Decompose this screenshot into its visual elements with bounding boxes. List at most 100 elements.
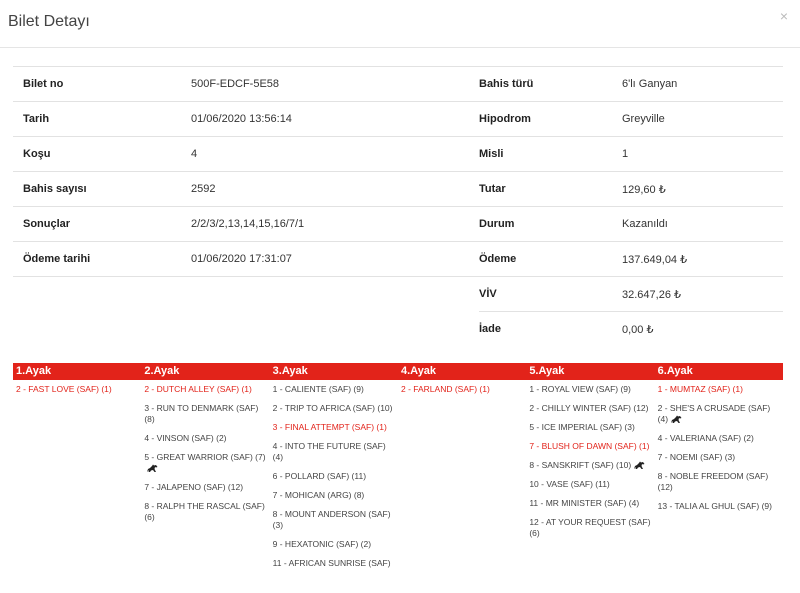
- horse-entry: 11 - MR MINISTER (SAF) (4): [529, 498, 650, 509]
- close-icon[interactable]: ×: [780, 8, 788, 24]
- ticket-info-table: Bilet no 500F-EDCF-5E58 Bahis türü 6'lı Gan…: [13, 66, 783, 347]
- horse-label: 8 - NOBLE FREEDOM (SAF) (12): [657, 471, 769, 492]
- horse-entry: 3 - RUN TO DENMARK (SAF) (8): [144, 403, 265, 425]
- horse-entry: 7 - MOHICAN (ARG) (8): [273, 490, 394, 501]
- info-label: Tutar: [479, 171, 622, 207]
- horse-label: 2 - FAST LOVE (SAF) (1): [16, 384, 112, 394]
- info-row: İade 0,00 ₺: [13, 311, 783, 347]
- info-label: [13, 312, 191, 347]
- info-value: 32.647,26 ₺: [622, 276, 783, 312]
- info-value: 6'lı Ganyan: [622, 66, 783, 102]
- horse-entry: 12 - AT YOUR REQUEST (SAF) (6): [529, 517, 650, 539]
- winning-horse: 2 - FARLAND (SAF) (1): [401, 384, 522, 395]
- info-value: 4: [191, 136, 479, 172]
- horse-entry: 6 - POLLARD (SAF) (11): [273, 471, 394, 482]
- horse-label: 2 - TRIP TO AFRICA (SAF) (10): [272, 403, 393, 413]
- info-value: 500F-EDCF-5E58: [191, 66, 479, 102]
- horse-entry: 8 - MOUNT ANDERSON (SAF) (3): [273, 509, 394, 531]
- horse-label: 1 - MUMTAZ (SAF) (1): [657, 384, 743, 394]
- horse-entry: 13 - TALIA AL GHUL (SAF) (9): [658, 501, 779, 512]
- info-label: Bahis sayısı: [13, 171, 191, 207]
- winning-horse: 2 - FAST LOVE (SAF) (1): [16, 384, 137, 395]
- leg-column: 2 - FAST LOVE (SAF) (1): [13, 380, 141, 577]
- info-label: Koşu: [13, 136, 191, 172]
- horse-label: 3 - FINAL ATTEMPT (SAF) (1): [272, 422, 387, 432]
- info-label: Bilet no: [13, 66, 191, 102]
- horse-entry: 8 - NOBLE FREEDOM (SAF) (12): [658, 471, 779, 493]
- leg-title: 5.Ayak: [529, 365, 565, 377]
- leg-title: 1.Ayak: [16, 365, 52, 377]
- leg-column: 2 - DUTCH ALLEY (SAF) (1) 3 - RUN TO DENM…: [141, 380, 269, 577]
- info-label: Tarih: [13, 101, 191, 137]
- horse-entry: 1 - ROYAL VIEW (SAF) (9): [529, 384, 650, 395]
- horse-entry: 5 - ICE IMPERIAL (SAF) (3): [529, 422, 650, 433]
- info-label: Sonuçlar: [13, 206, 191, 242]
- horse-label: 5 - ICE IMPERIAL (SAF) (3): [529, 422, 635, 432]
- horse-label: 13 - TALIA AL GHUL (SAF) (9): [657, 501, 772, 511]
- horse-entry: 4 - VALERIANA (SAF) (2): [658, 433, 779, 444]
- leg-title: 4.Ayak: [400, 365, 437, 377]
- horse-label: 11 - MR MINISTER (SAF) (4): [529, 498, 640, 508]
- info-row: Bahis sayısı 2592 Tutar 129,60 ₺: [13, 171, 783, 207]
- leg-column: 2 - FARLAND (SAF) (1): [398, 380, 526, 577]
- info-value: 0,00 ₺: [622, 311, 783, 347]
- horse-entry: 8 - SANSKRIFT (SAF) (10): [529, 460, 650, 471]
- leg-column: 1 - ROYAL VIEW (SAF) (9) 2 - CHILLY WINTE…: [526, 380, 654, 577]
- horse-label: 3 - RUN TO DENMARK (SAF) (8): [144, 403, 259, 424]
- horse-entry: 2 - TRIP TO AFRICA (SAF) (10): [273, 403, 394, 414]
- horse-icon: [146, 464, 158, 473]
- horse-label: 4 - VALERIANA (SAF) (2): [657, 433, 754, 443]
- horse-label: 7 - NOEMI (SAF) (3): [657, 452, 736, 462]
- info-value: Kazanıldı: [622, 206, 783, 242]
- leg-title: 6.Ayak: [657, 365, 693, 377]
- horse-label: 10 - VASE (SAF) (11): [529, 479, 610, 489]
- info-value: 01/06/2020 13:56:14: [191, 101, 479, 137]
- info-value: [191, 312, 479, 347]
- horse-label: 9 - HEXATONIC (SAF) (2): [272, 539, 372, 549]
- info-row: Sonuçlar 2/2/3/2,13,14,15,16/7/1 Durum Kaza…: [13, 206, 783, 242]
- info-label: Ödeme: [479, 241, 622, 277]
- horse-entry: 10 - VASE (SAF) (11): [529, 479, 650, 490]
- horse-entry: 9 - HEXATONIC (SAF) (2): [273, 539, 394, 550]
- horse-label: 8 - MOUNT ANDERSON (SAF) (3): [272, 509, 391, 530]
- info-value: 1: [622, 136, 783, 172]
- info-label: Bahis türü: [479, 66, 622, 102]
- horse-entry: 2 - SHE'S A CRUSADE (SAF) (4): [658, 403, 779, 425]
- info-value: Greyville: [622, 101, 783, 137]
- horse-entry: 7 - NOEMI (SAF) (3): [658, 452, 779, 463]
- horse-label: 4 - VINSON (SAF) (2): [144, 433, 227, 443]
- info-label: Ödeme tarihi: [13, 241, 191, 277]
- horse-label: 7 - MOHICAN (ARG) (8): [272, 490, 365, 500]
- horse-label: 8 - RALPH THE RASCAL (SAF) (6): [144, 501, 265, 522]
- info-value: 2592: [191, 171, 479, 207]
- winning-horse: 7 - BLUSH OF DAWN (SAF) (1): [529, 441, 650, 452]
- dialog-header: Bilet Detayı ×: [0, 0, 800, 48]
- winning-horse: 2 - DUTCH ALLEY (SAF) (1): [144, 384, 265, 395]
- info-row: Ödeme tarihi 01/06/2020 17:31:07 Ödeme 137.…: [13, 241, 783, 277]
- info-label: İade: [479, 311, 622, 347]
- horse-label: 7 - JALAPENO (SAF) (12): [144, 482, 244, 492]
- horse-label: 12 - AT YOUR REQUEST (SAF) (6): [529, 517, 651, 538]
- horse-label: 7 - BLUSH OF DAWN (SAF) (1): [529, 441, 650, 451]
- info-value: [191, 276, 479, 312]
- horse-entry: 4 - INTO THE FUTURE (SAF) (4): [273, 441, 394, 463]
- leg-column: 1 - MUMTAZ (SAF) (1) 2 - SHE'S A CRUSADE …: [655, 380, 783, 577]
- info-label: Misli: [479, 136, 622, 172]
- info-row: Koşu 4 Misli 1: [13, 136, 783, 172]
- info-label: [13, 276, 191, 312]
- winning-horse: 1 - MUMTAZ (SAF) (1): [658, 384, 779, 395]
- info-label: Durum: [479, 206, 622, 242]
- info-value: 129,60 ₺: [622, 171, 783, 207]
- winning-horse: 3 - FINAL ATTEMPT (SAF) (1): [273, 422, 394, 433]
- info-value: 2/2/3/2,13,14,15,16/7/1: [191, 206, 479, 242]
- horse-label: 2 - CHILLY WINTER (SAF) (12): [529, 403, 649, 413]
- leg-title: 3.Ayak: [272, 365, 308, 377]
- horse-label: 1 - CALIENTE (SAF) (9): [272, 384, 364, 394]
- legs-header: 1.Ayak 2.Ayak 3.Ayak 4.Ayak 5.Ayak 6.Ayak: [13, 363, 783, 380]
- horse-label: 2 - FARLAND (SAF) (1): [400, 384, 490, 394]
- horse-label: 4 - INTO THE FUTURE (SAF) (4): [272, 441, 386, 462]
- info-row: Bilet no 500F-EDCF-5E58 Bahis türü 6'lı Gan…: [13, 66, 783, 102]
- horse-entry: 7 - JALAPENO (SAF) (12): [144, 482, 265, 493]
- horse-label: 1 - ROYAL VIEW (SAF) (9): [529, 384, 631, 394]
- info-value: 137.649,04 ₺: [622, 241, 783, 277]
